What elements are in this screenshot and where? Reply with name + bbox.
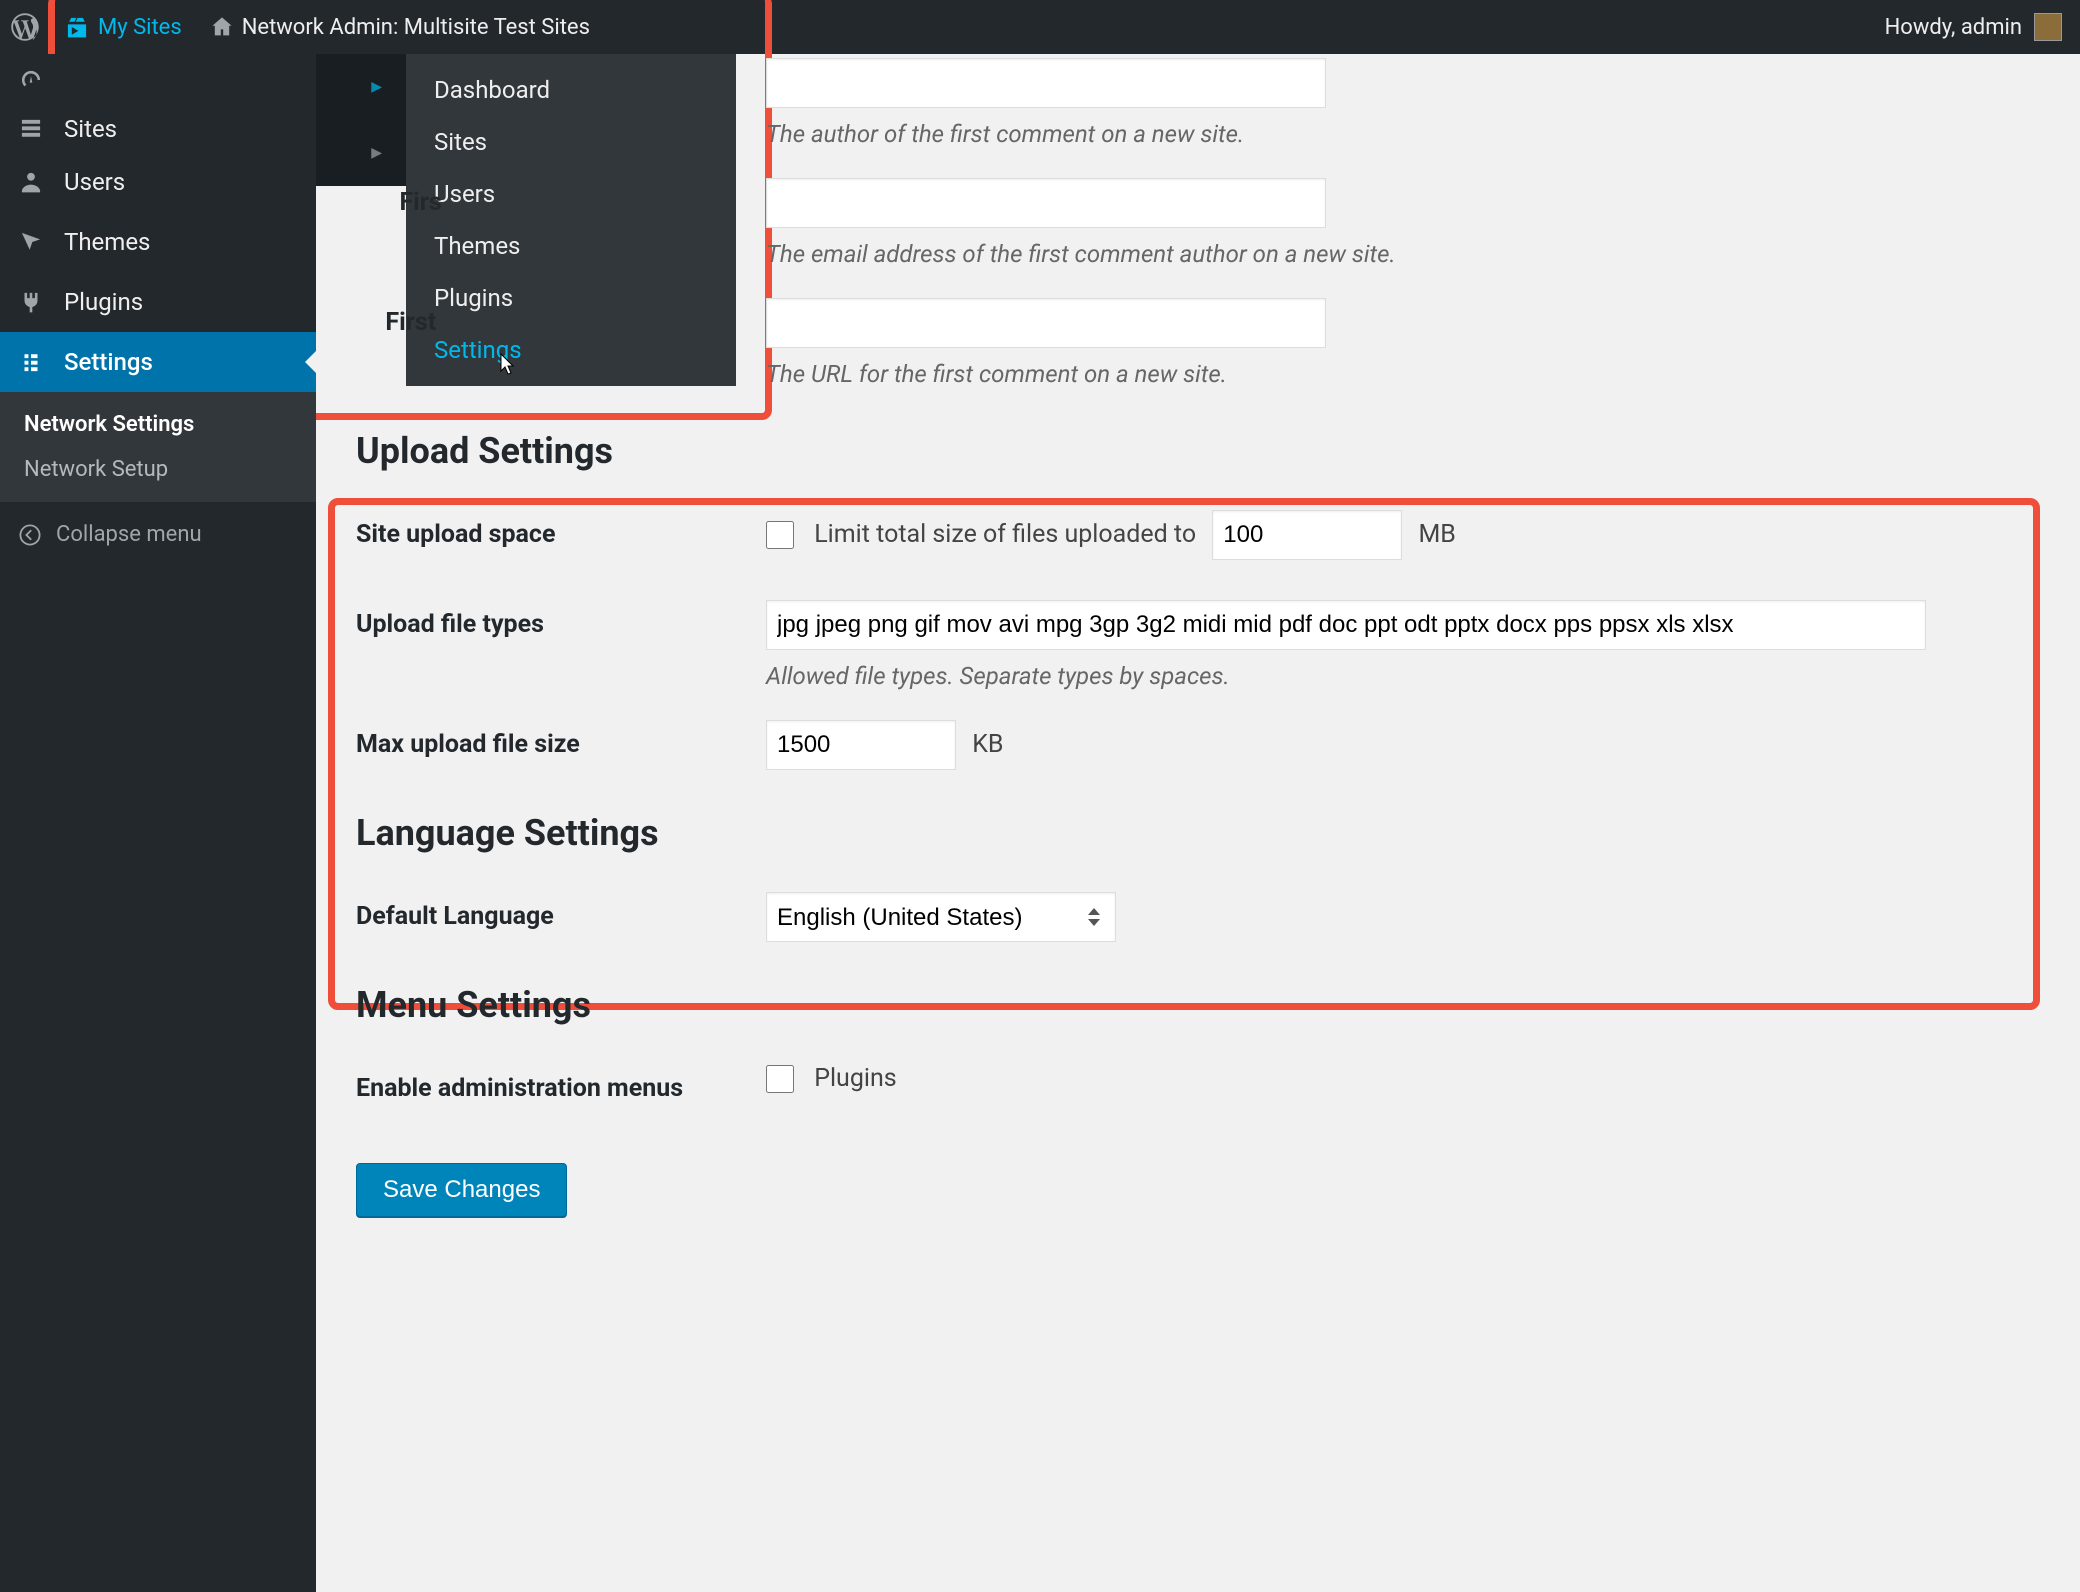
first-comment-email-input[interactable] — [766, 178, 1326, 228]
limit-upload-checkbox[interactable] — [766, 521, 794, 549]
dashboard-icon — [18, 67, 48, 93]
sidebar-item-dashboard[interactable] — [0, 54, 316, 106]
upload-file-types-desc: Allowed file types. Separate types by sp… — [766, 662, 2050, 690]
limit-upload-label: Limit total size of files uploaded to — [814, 520, 1196, 549]
collapse-icon — [18, 523, 42, 547]
first-comment-url-label-partial: PaFirst — [356, 298, 766, 337]
max-upload-input[interactable] — [766, 720, 956, 770]
admin-bar: My Sites Network Admin: Multisite Test S… — [0, 0, 2080, 54]
my-sites-menu[interactable]: My Sites — [50, 0, 196, 54]
sidebar-item-plugins[interactable]: Plugins — [0, 272, 316, 332]
upload-file-types-label: Upload file types — [356, 600, 766, 639]
first-comment-email-desc: The email address of the first comment a… — [766, 240, 2050, 268]
limit-upload-value-input[interactable] — [1212, 510, 1402, 560]
first-comment-email-label-partial: PadFirs — [356, 178, 766, 217]
first-comment-url-input[interactable] — [766, 298, 1326, 348]
sidebar-settings-label: Settings — [64, 348, 153, 376]
first-comment-author-input[interactable] — [766, 58, 1326, 108]
sidebar-themes-label: Themes — [64, 228, 150, 256]
sidebar-item-sites[interactable]: Sites — [0, 106, 316, 152]
menu-settings-heading: Menu Settings — [356, 984, 2050, 1026]
sidebar-item-users[interactable]: Users — [0, 152, 316, 212]
max-upload-unit: KB — [972, 730, 1003, 759]
enable-plugins-menu-checkbox[interactable] — [766, 1065, 794, 1093]
site-upload-space-label: Site upload space — [356, 510, 766, 549]
language-settings-heading: Language Settings — [356, 812, 2050, 854]
sidebar-sites-label: Sites — [64, 115, 117, 143]
enable-menus-label: Enable administration menus — [356, 1064, 766, 1103]
upload-settings-heading: Upload Settings — [356, 430, 2050, 472]
network-admin-breadcrumb[interactable]: Network Admin: Multisite Test Sites — [196, 0, 604, 54]
default-language-select[interactable]: English (United States) — [766, 892, 1116, 942]
collapse-menu[interactable]: Collapse menu — [0, 502, 316, 567]
sidebar-users-label: Users — [64, 168, 125, 196]
first-comment-url-desc: The URL for the first comment on a new s… — [766, 360, 2050, 388]
settings-icon — [18, 349, 48, 375]
first-comment-author-label — [356, 58, 766, 68]
sidebar-sub-network-settings[interactable]: Network Settings — [0, 402, 316, 447]
max-upload-label: Max upload file size — [356, 720, 766, 759]
sidebar-plugins-label: Plugins — [64, 288, 143, 316]
upload-file-types-input[interactable] — [766, 600, 1926, 650]
network-admin-label: Network Admin: Multisite Test Sites — [242, 15, 590, 40]
collapse-label: Collapse menu — [56, 522, 202, 547]
howdy-label[interactable]: Howdy, admin — [1885, 15, 2022, 40]
content-area: The author of the first comment on a new… — [316, 54, 2080, 1592]
sites-icon — [18, 116, 48, 142]
my-sites-label: My Sites — [98, 15, 182, 40]
admin-sidebar: Sites Users Themes Plugins Settings Netw… — [0, 54, 316, 1592]
limit-upload-unit: MB — [1418, 520, 1455, 549]
save-changes-button[interactable]: Save Changes — [356, 1163, 567, 1217]
sidebar-settings-submenu: Network Settings Network Setup — [0, 392, 316, 502]
users-icon — [18, 169, 48, 195]
plugins-icon — [18, 289, 48, 315]
wp-logo-icon[interactable] — [0, 0, 50, 54]
first-comment-author-desc: The author of the first comment on a new… — [766, 120, 2050, 148]
default-language-label: Default Language — [356, 892, 766, 931]
multisite-icon — [64, 14, 90, 40]
avatar[interactable] — [2034, 13, 2062, 41]
home-icon — [210, 15, 234, 39]
sidebar-item-settings[interactable]: Settings — [0, 332, 316, 392]
enable-plugins-menu-label: Plugins — [814, 1064, 896, 1093]
themes-icon — [18, 229, 48, 255]
sidebar-sub-network-setup[interactable]: Network Setup — [0, 447, 316, 492]
sidebar-item-themes[interactable]: Themes — [0, 212, 316, 272]
